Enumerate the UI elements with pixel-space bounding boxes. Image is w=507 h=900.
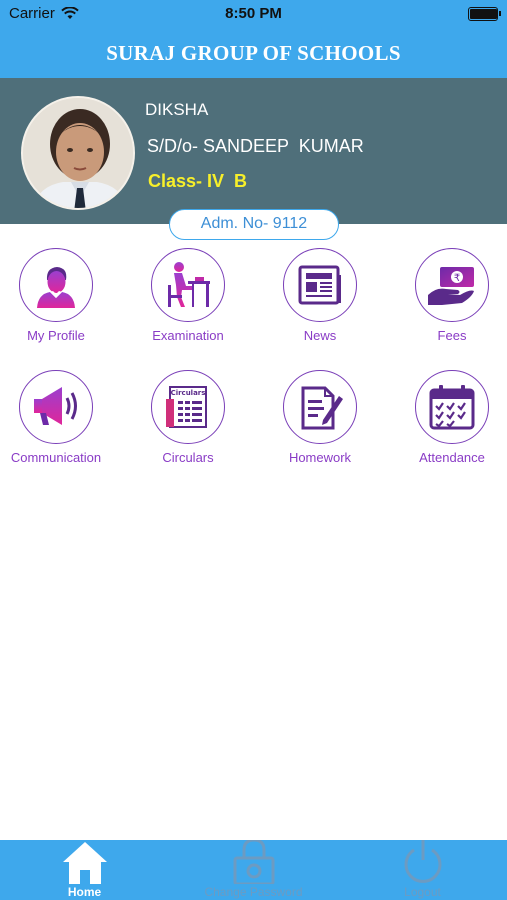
newspaper-icon bbox=[283, 248, 357, 322]
tab-change-password[interactable]: Change Password bbox=[169, 840, 338, 900]
parent-name: S/D/o- SANDEEP KUMAR bbox=[147, 136, 364, 156]
menu-item-communication[interactable]: Communication bbox=[0, 370, 116, 480]
menu-item-label: My Profile bbox=[27, 328, 85, 343]
status-bar: Carrier 8:50 PM bbox=[0, 0, 507, 28]
tab-home[interactable]: Home bbox=[0, 840, 169, 900]
menu-item-label: Homework bbox=[288, 450, 352, 465]
menu-item-label: Fees bbox=[437, 328, 467, 343]
student-name: DIKSHA bbox=[145, 100, 209, 119]
menu-item-news[interactable]: News bbox=[260, 248, 380, 358]
megaphone-icon bbox=[19, 370, 93, 444]
student-photo bbox=[23, 98, 133, 208]
menu-item-attendance[interactable]: Attendance bbox=[392, 370, 507, 480]
student-profile-card: DIKSHA S/D/o- SANDEEP KUMAR Class- IV B bbox=[0, 78, 507, 224]
menu-item-my-profile[interactable]: My Profile bbox=[0, 248, 116, 358]
menu-item-examination[interactable]: Examination bbox=[128, 248, 248, 358]
user-icon bbox=[19, 248, 93, 322]
tab-logout[interactable]: Logout bbox=[338, 840, 507, 900]
lock-icon bbox=[233, 840, 275, 884]
power-icon bbox=[404, 840, 442, 883]
admission-number-badge: Adm. No- 9112 bbox=[169, 209, 339, 240]
app-header: SURAJ GROUP OF SCHOOLS bbox=[0, 28, 507, 78]
menu-item-fees[interactable]: ₹ Fees bbox=[392, 248, 507, 358]
clock: 8:50 PM bbox=[225, 5, 282, 22]
calendar-icon bbox=[415, 370, 489, 444]
exam-desk-icon bbox=[151, 248, 225, 322]
tab-label: Change Password bbox=[204, 885, 303, 899]
tab-label: Logout bbox=[404, 885, 441, 899]
menu-item-label: Examination bbox=[152, 328, 224, 343]
page-title: SURAJ GROUP OF SCHOOLS bbox=[106, 41, 401, 65]
bottom-tab-bar: Home Change Password Logout bbox=[0, 840, 507, 900]
circulars-icon-text: Circulars bbox=[171, 389, 206, 397]
student-avatar[interactable] bbox=[21, 96, 135, 210]
menu-item-circulars[interactable]: Circulars Circulars bbox=[128, 370, 248, 480]
student-class: Class- IV B bbox=[148, 171, 248, 191]
circulars-icon: Circulars bbox=[151, 370, 225, 444]
menu-item-label: Attendance bbox=[419, 450, 485, 465]
svg-text:₹: ₹ bbox=[454, 273, 460, 284]
home-icon bbox=[63, 842, 107, 884]
menu-item-homework[interactable]: Homework bbox=[260, 370, 380, 480]
tab-label: Home bbox=[67, 885, 102, 899]
battery-level bbox=[470, 9, 497, 19]
menu-item-label: Circulars bbox=[162, 450, 214, 465]
menu-item-label: Communication bbox=[10, 450, 102, 465]
cash-hand-icon: ₹ bbox=[415, 248, 489, 322]
homework-icon bbox=[283, 370, 357, 444]
battery-icon bbox=[468, 7, 501, 21]
menu-item-label: News bbox=[303, 328, 337, 343]
